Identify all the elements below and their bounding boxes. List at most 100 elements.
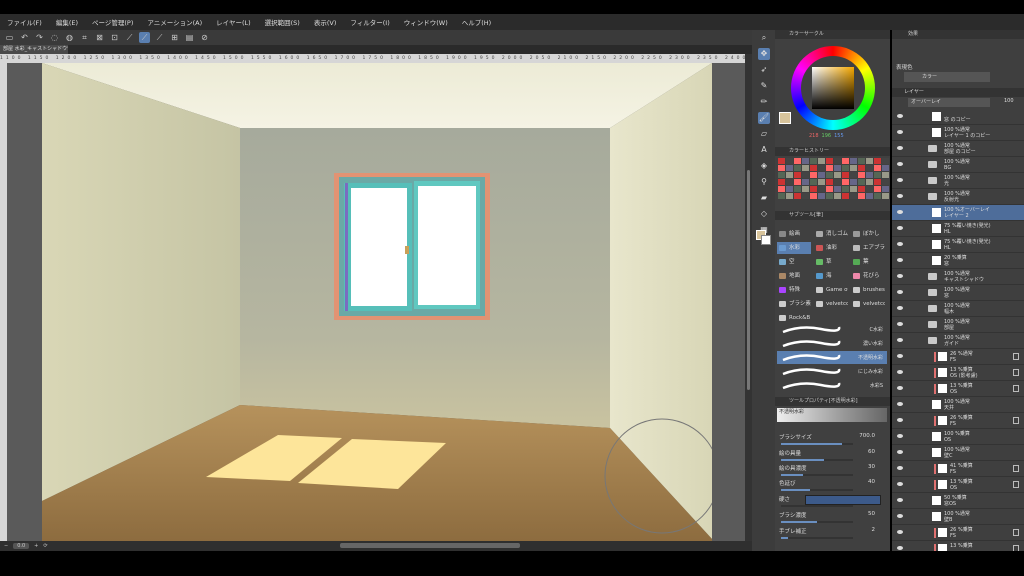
eye-icon[interactable] <box>897 114 903 118</box>
history-swatch[interactable] <box>842 179 849 185</box>
property-slider[interactable] <box>781 537 853 539</box>
history-swatch[interactable] <box>882 186 889 192</box>
layer-row[interactable]: 75 %覆い焼き(発光) HL <box>892 221 1024 237</box>
brush-item[interactable]: C水彩 <box>777 323 887 336</box>
layer-row[interactable]: 100 %通常 部屋 のコピー <box>892 141 1024 157</box>
history-swatch[interactable] <box>778 186 785 192</box>
property-slider[interactable] <box>781 521 853 523</box>
history-swatch[interactable] <box>850 186 857 192</box>
deselect-icon[interactable]: ◌ <box>49 32 60 43</box>
menu-item[interactable]: アニメーション(A) <box>140 17 209 27</box>
history-swatch[interactable] <box>826 172 833 178</box>
history-swatch[interactable] <box>842 193 849 199</box>
history-swatch[interactable] <box>858 193 865 199</box>
history-swatch[interactable] <box>834 165 841 171</box>
history-swatch[interactable] <box>778 158 785 164</box>
brush-item[interactable]: 不透明水彩 <box>777 351 887 364</box>
subtool-group-tab[interactable]: 花びら <box>851 270 885 282</box>
eye-icon[interactable] <box>897 306 903 310</box>
layer-row[interactable]: 26 %通常 FS <box>892 349 1024 365</box>
hardness-bar[interactable] <box>805 495 881 505</box>
eye-icon[interactable] <box>897 274 903 278</box>
subtool-group-tab[interactable]: 特殊 <box>777 284 811 296</box>
history-swatch[interactable] <box>866 158 873 164</box>
zoom-tool-icon[interactable]: ⌕ <box>758 32 770 44</box>
subtool-group-tab[interactable]: velvetco <box>851 298 885 310</box>
history-swatch[interactable] <box>818 172 825 178</box>
color-history-grid[interactable] <box>778 158 889 208</box>
document-tab[interactable]: 部屋 水彩_キャストシャドウ* × <box>0 45 68 54</box>
history-swatch[interactable] <box>802 193 809 199</box>
fill-tool-icon[interactable]: ◈ <box>758 160 770 172</box>
layer-row[interactable]: 100 %オーバーレイ レイヤー 2 <box>892 205 1024 221</box>
property-slider[interactable] <box>781 474 853 476</box>
history-swatch[interactable] <box>858 172 865 178</box>
operation-tool-icon[interactable]: ➶ <box>758 64 770 76</box>
menu-item[interactable]: 編集(E) <box>49 17 85 27</box>
zoom-value[interactable]: 0.0 <box>13 543 30 549</box>
property-value[interactable]: 60 <box>868 449 875 455</box>
history-swatch[interactable] <box>778 172 785 178</box>
subtool-group-tab[interactable]: 油彩 <box>814 242 848 254</box>
property-value[interactable]: 40 <box>868 479 875 485</box>
layer-row[interactable]: 13 %乗算 OS (影考慮) <box>892 365 1024 381</box>
mask-link-icon[interactable] <box>1013 529 1019 536</box>
history-swatch[interactable] <box>866 186 873 192</box>
layer-row[interactable]: 100 %通常 キャストシャドウ <box>892 269 1024 285</box>
eye-icon[interactable] <box>897 386 903 390</box>
eye-icon[interactable] <box>897 338 903 342</box>
property-row[interactable]: 硬さ <box>779 495 885 507</box>
subtool-group-tab[interactable]: エアブラシ <box>851 242 885 254</box>
history-swatch[interactable] <box>850 172 857 178</box>
eye-icon[interactable] <box>897 290 903 294</box>
subtool-group-tab[interactable]: velvetco <box>814 298 848 310</box>
eye-icon[interactable] <box>897 530 903 534</box>
special-ruler-snap-icon[interactable]: ⟋ <box>139 32 150 43</box>
zoom-in-icon[interactable]: + <box>34 543 38 549</box>
history-swatch[interactable] <box>778 179 785 185</box>
eye-icon[interactable] <box>897 514 903 518</box>
history-swatch[interactable] <box>786 172 793 178</box>
eye-icon[interactable] <box>897 178 903 182</box>
layer-row[interactable]: 100 %通常 幅木 <box>892 301 1024 317</box>
history-swatch[interactable] <box>850 165 857 171</box>
eye-icon[interactable] <box>897 418 903 422</box>
history-swatch[interactable] <box>818 165 825 171</box>
menu-item[interactable]: 表示(V) <box>307 17 344 27</box>
current-color-swatch[interactable] <box>779 112 791 124</box>
crop-icon[interactable]: ⌗ <box>79 32 90 43</box>
history-swatch[interactable] <box>794 186 801 192</box>
layer-row[interactable]: 26 %乗算 FS <box>892 525 1024 541</box>
subtool-group-tab[interactable]: 地面 <box>777 270 811 282</box>
eye-icon[interactable] <box>897 194 903 198</box>
history-swatch[interactable] <box>842 172 849 178</box>
eyedropper-tool-icon[interactable]: ⚲ <box>758 176 770 188</box>
undo-icon[interactable]: ↶ <box>19 32 30 43</box>
history-swatch[interactable] <box>858 179 865 185</box>
mask-link-icon[interactable] <box>1013 385 1019 392</box>
eye-icon[interactable] <box>897 242 903 246</box>
fill-icon[interactable]: ◍ <box>64 32 75 43</box>
history-swatch[interactable] <box>826 193 833 199</box>
layer-row[interactable]: 100 %乗算 OS <box>892 429 1024 445</box>
history-swatch[interactable] <box>818 158 825 164</box>
history-swatch[interactable] <box>794 165 801 171</box>
subtool-group-tab[interactable]: ぼかし <box>851 228 885 240</box>
layer-row[interactable]: 100 %通常 壁B <box>892 509 1024 525</box>
clear-icon[interactable]: ⊠ <box>94 32 105 43</box>
layer-opacity[interactable]: 100 <box>1004 98 1014 104</box>
history-swatch[interactable] <box>826 186 833 192</box>
layer-row[interactable]: 13 %乗算 OS <box>892 381 1024 397</box>
history-swatch[interactable] <box>834 158 841 164</box>
history-swatch[interactable] <box>802 158 809 164</box>
figure-tool-icon[interactable]: ◇ <box>758 208 770 220</box>
history-swatch[interactable] <box>882 158 889 164</box>
history-swatch[interactable] <box>882 179 889 185</box>
property-row[interactable]: 色延び 40 <box>779 479 885 491</box>
property-slider[interactable] <box>781 505 853 507</box>
property-value[interactable]: 2 <box>872 527 876 533</box>
eye-icon[interactable] <box>897 162 903 166</box>
layer-row[interactable]: 75 %覆い焼き(発光) HL <box>892 237 1024 253</box>
history-swatch[interactable] <box>866 179 873 185</box>
history-swatch[interactable] <box>842 165 849 171</box>
